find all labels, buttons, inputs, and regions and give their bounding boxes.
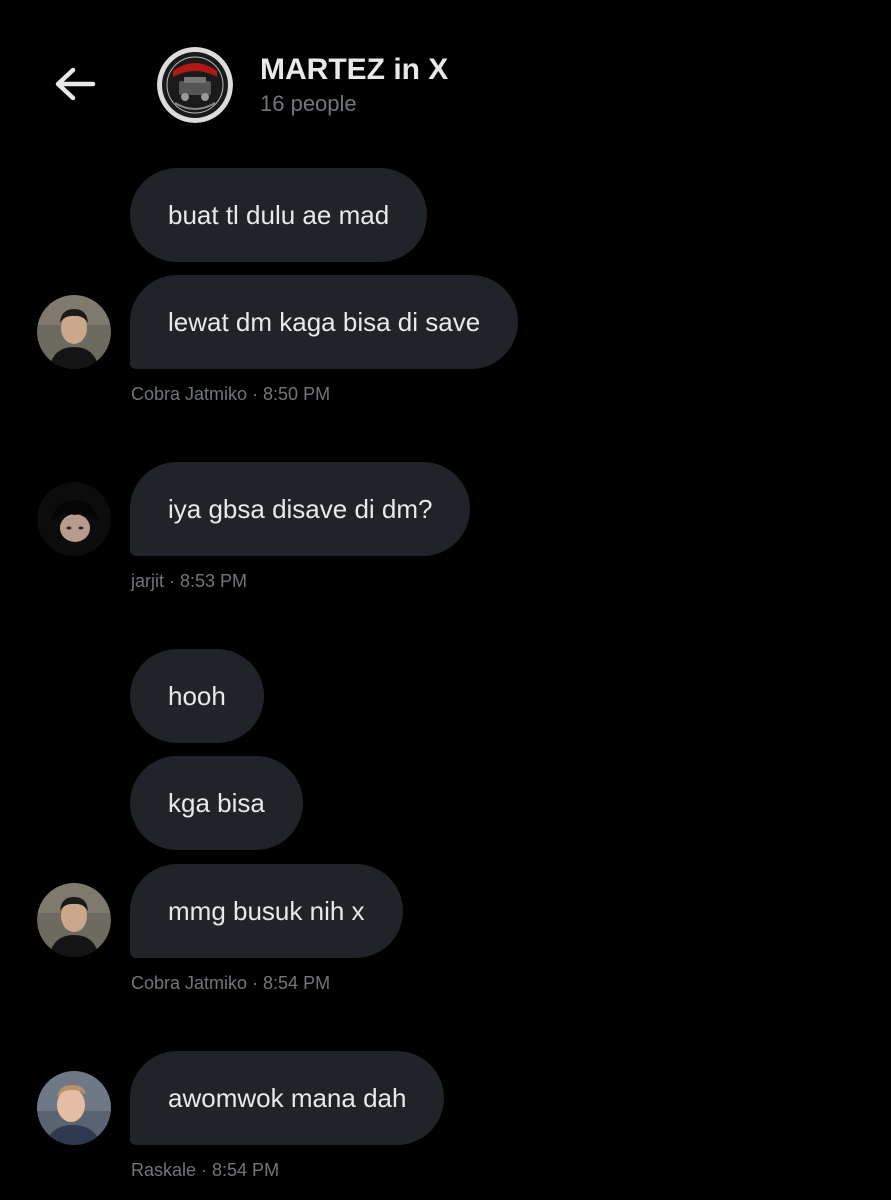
- user-avatar-icon: [37, 1071, 111, 1145]
- arrow-left-icon: [55, 67, 96, 101]
- message-bubble[interactable]: mmg busuk nih x: [130, 864, 403, 958]
- avatar-cobra-jatmiko[interactable]: [37, 883, 111, 957]
- avatar-jarjit[interactable]: [37, 482, 111, 556]
- message-meta: Raskale · 8:54 PM: [131, 1160, 280, 1180]
- message-bubble[interactable]: lewat dm kaga bisa di save: [130, 275, 519, 369]
- message-bubble[interactable]: hooh: [130, 649, 264, 743]
- message-text: lewat dm kaga bisa di save: [168, 306, 481, 337]
- avatar-raskale[interactable]: [37, 1071, 111, 1145]
- user-avatar-icon: [37, 482, 111, 556]
- message-text: awomwok mana dah: [168, 1082, 407, 1113]
- chat-header: MARTEZ in X 16 people: [0, 0, 891, 150]
- message-meta: jarjit · 8:53 PM: [131, 571, 248, 591]
- participant-count[interactable]: 16 people: [260, 91, 357, 117]
- message-bubble[interactable]: kga bisa: [130, 756, 303, 850]
- message-text: buat tl dulu ae mad: [168, 199, 390, 230]
- user-avatar-icon: [37, 883, 111, 957]
- message-text: mmg busuk nih x: [168, 895, 365, 926]
- message-text: iya gbsa disave di dm?: [168, 493, 433, 524]
- message-meta: Cobra Jatmiko · 8:50 PM: [131, 384, 331, 404]
- message-meta: Cobra Jatmiko · 8:54 PM: [131, 973, 331, 993]
- message-bubble[interactable]: iya gbsa disave di dm?: [130, 462, 471, 556]
- avatar-cobra-jatmiko[interactable]: [37, 295, 111, 369]
- message-bubble[interactable]: awomwok mana dah: [130, 1051, 445, 1145]
- martez-logo-icon: [157, 47, 233, 123]
- message-text: kga bisa: [168, 787, 265, 818]
- group-avatar[interactable]: [157, 47, 233, 123]
- message-bubble[interactable]: buat tl dulu ae mad: [130, 168, 428, 262]
- back-button[interactable]: [52, 64, 98, 104]
- message-text: hooh: [168, 680, 226, 711]
- user-avatar-icon: [37, 295, 111, 369]
- chat-title[interactable]: MARTEZ in X: [260, 53, 448, 87]
